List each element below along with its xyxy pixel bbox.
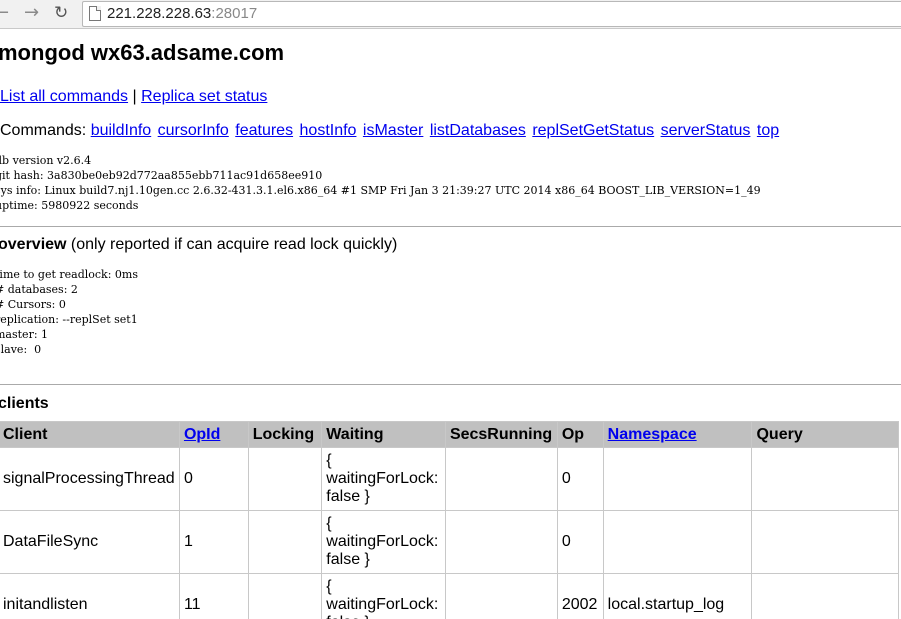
back-arrow-icon[interactable]: ← bbox=[0, 4, 9, 22]
overview-title: overview bbox=[0, 236, 67, 253]
table-row: DataFileSync 1 { waitingForLock: false }… bbox=[0, 510, 899, 574]
divider bbox=[0, 384, 901, 385]
browser-toolbar: ← → ↻ 221.228.228.63:28017 bbox=[0, 0, 901, 29]
url-text[interactable]: 221.228.228.63:28017 bbox=[107, 5, 257, 22]
overview-details: time to get readlock: 0ms # databases: 2… bbox=[0, 268, 138, 356]
column-header-client: Client bbox=[0, 421, 180, 448]
command-link-features[interactable]: features bbox=[235, 122, 293, 139]
commands-label: Commands: bbox=[0, 122, 87, 139]
opid-cell: 1 bbox=[178, 510, 249, 574]
column-header-secsrunning: SecsRunning bbox=[444, 421, 558, 448]
table-row: initandlisten 11 { waitingForLock: false… bbox=[0, 573, 899, 619]
command-link-replsetgetstatus[interactable]: replSetGetStatus bbox=[532, 122, 654, 139]
op-cell: 0 bbox=[556, 447, 604, 511]
command-link-hostinfo[interactable]: hostInfo bbox=[300, 122, 357, 139]
secs-running-cell bbox=[444, 510, 558, 574]
divider bbox=[0, 226, 901, 227]
column-header-opid: OpId bbox=[178, 421, 249, 448]
secs-running-cell bbox=[444, 447, 558, 511]
column-header-waiting: Waiting bbox=[321, 421, 446, 448]
namespace-sort-link[interactable]: Namespace bbox=[608, 426, 697, 443]
command-link-ismaster[interactable]: isMaster bbox=[363, 122, 423, 139]
column-header-query: Query bbox=[751, 421, 899, 448]
address-bar[interactable]: 221.228.228.63:28017 bbox=[82, 1, 901, 27]
locking-cell bbox=[247, 510, 323, 574]
overview-note: (only reported if can acquire read lock … bbox=[66, 236, 398, 253]
page-content: mongod wx63.adsame.com List all commands… bbox=[0, 29, 901, 619]
query-cell bbox=[751, 573, 899, 619]
commands-bar: Commands: buildInfo cursorInfo features … bbox=[0, 122, 781, 140]
namespace-cell bbox=[602, 510, 753, 574]
clients-table: Client OpId Locking Waiting SecsRunning … bbox=[0, 421, 899, 619]
waiting-cell: { waitingForLock: false } bbox=[321, 447, 446, 511]
build-info-text: db version v2.6.4 git hash: 3a830be0eb92… bbox=[0, 154, 761, 212]
waiting-cell: { waitingForLock: false } bbox=[321, 510, 446, 574]
command-link-listdatabases[interactable]: listDatabases bbox=[430, 122, 526, 139]
replica-set-status-link[interactable]: Replica set status bbox=[141, 88, 267, 105]
table-row: signalProcessingThread 0 { waitingForLoc… bbox=[0, 447, 899, 511]
op-cell: 2002 bbox=[556, 573, 604, 619]
query-cell bbox=[751, 510, 899, 574]
namespace-cell bbox=[602, 447, 753, 511]
list-all-commands-link[interactable]: List all commands bbox=[0, 88, 128, 105]
column-header-op: Op bbox=[556, 421, 604, 448]
client-cell: signalProcessingThread bbox=[0, 447, 180, 511]
command-link-buildinfo[interactable]: buildInfo bbox=[91, 122, 152, 139]
page-title: mongod wx63.adsame.com bbox=[0, 40, 285, 65]
query-cell bbox=[751, 447, 899, 511]
op-cell: 0 bbox=[556, 510, 604, 574]
command-link-top[interactable]: top bbox=[757, 122, 779, 139]
command-link-cursorinfo[interactable]: cursorInfo bbox=[158, 122, 229, 139]
overview-heading: overview (only reported if can acquire r… bbox=[0, 236, 397, 254]
clients-heading: clients bbox=[0, 395, 49, 412]
forward-arrow-icon[interactable]: → bbox=[24, 4, 39, 22]
waiting-cell: { waitingForLock: false } bbox=[321, 573, 446, 619]
page-icon bbox=[89, 6, 101, 21]
opid-cell: 0 bbox=[178, 447, 249, 511]
column-header-locking: Locking bbox=[247, 421, 323, 448]
opid-sort-link[interactable]: OpId bbox=[184, 426, 220, 443]
command-link-serverstatus[interactable]: serverStatus bbox=[661, 122, 751, 139]
url-host: 221.228.228.63 bbox=[107, 5, 212, 22]
column-header-namespace: Namespace bbox=[602, 421, 753, 448]
client-cell: initandlisten bbox=[0, 573, 180, 619]
secs-running-cell bbox=[444, 573, 558, 619]
link-separator: | bbox=[132, 88, 137, 105]
opid-cell: 11 bbox=[178, 573, 249, 619]
client-cell: DataFileSync bbox=[0, 510, 180, 574]
reload-icon[interactable]: ↻ bbox=[54, 4, 68, 22]
table-header-row: Client OpId Locking Waiting SecsRunning … bbox=[0, 421, 899, 448]
url-port: :28017 bbox=[211, 5, 258, 22]
locking-cell bbox=[247, 573, 323, 619]
locking-cell bbox=[247, 447, 323, 511]
top-links: List all commands | Replica set status bbox=[0, 88, 267, 106]
namespace-cell: local.startup_log bbox=[602, 573, 753, 619]
